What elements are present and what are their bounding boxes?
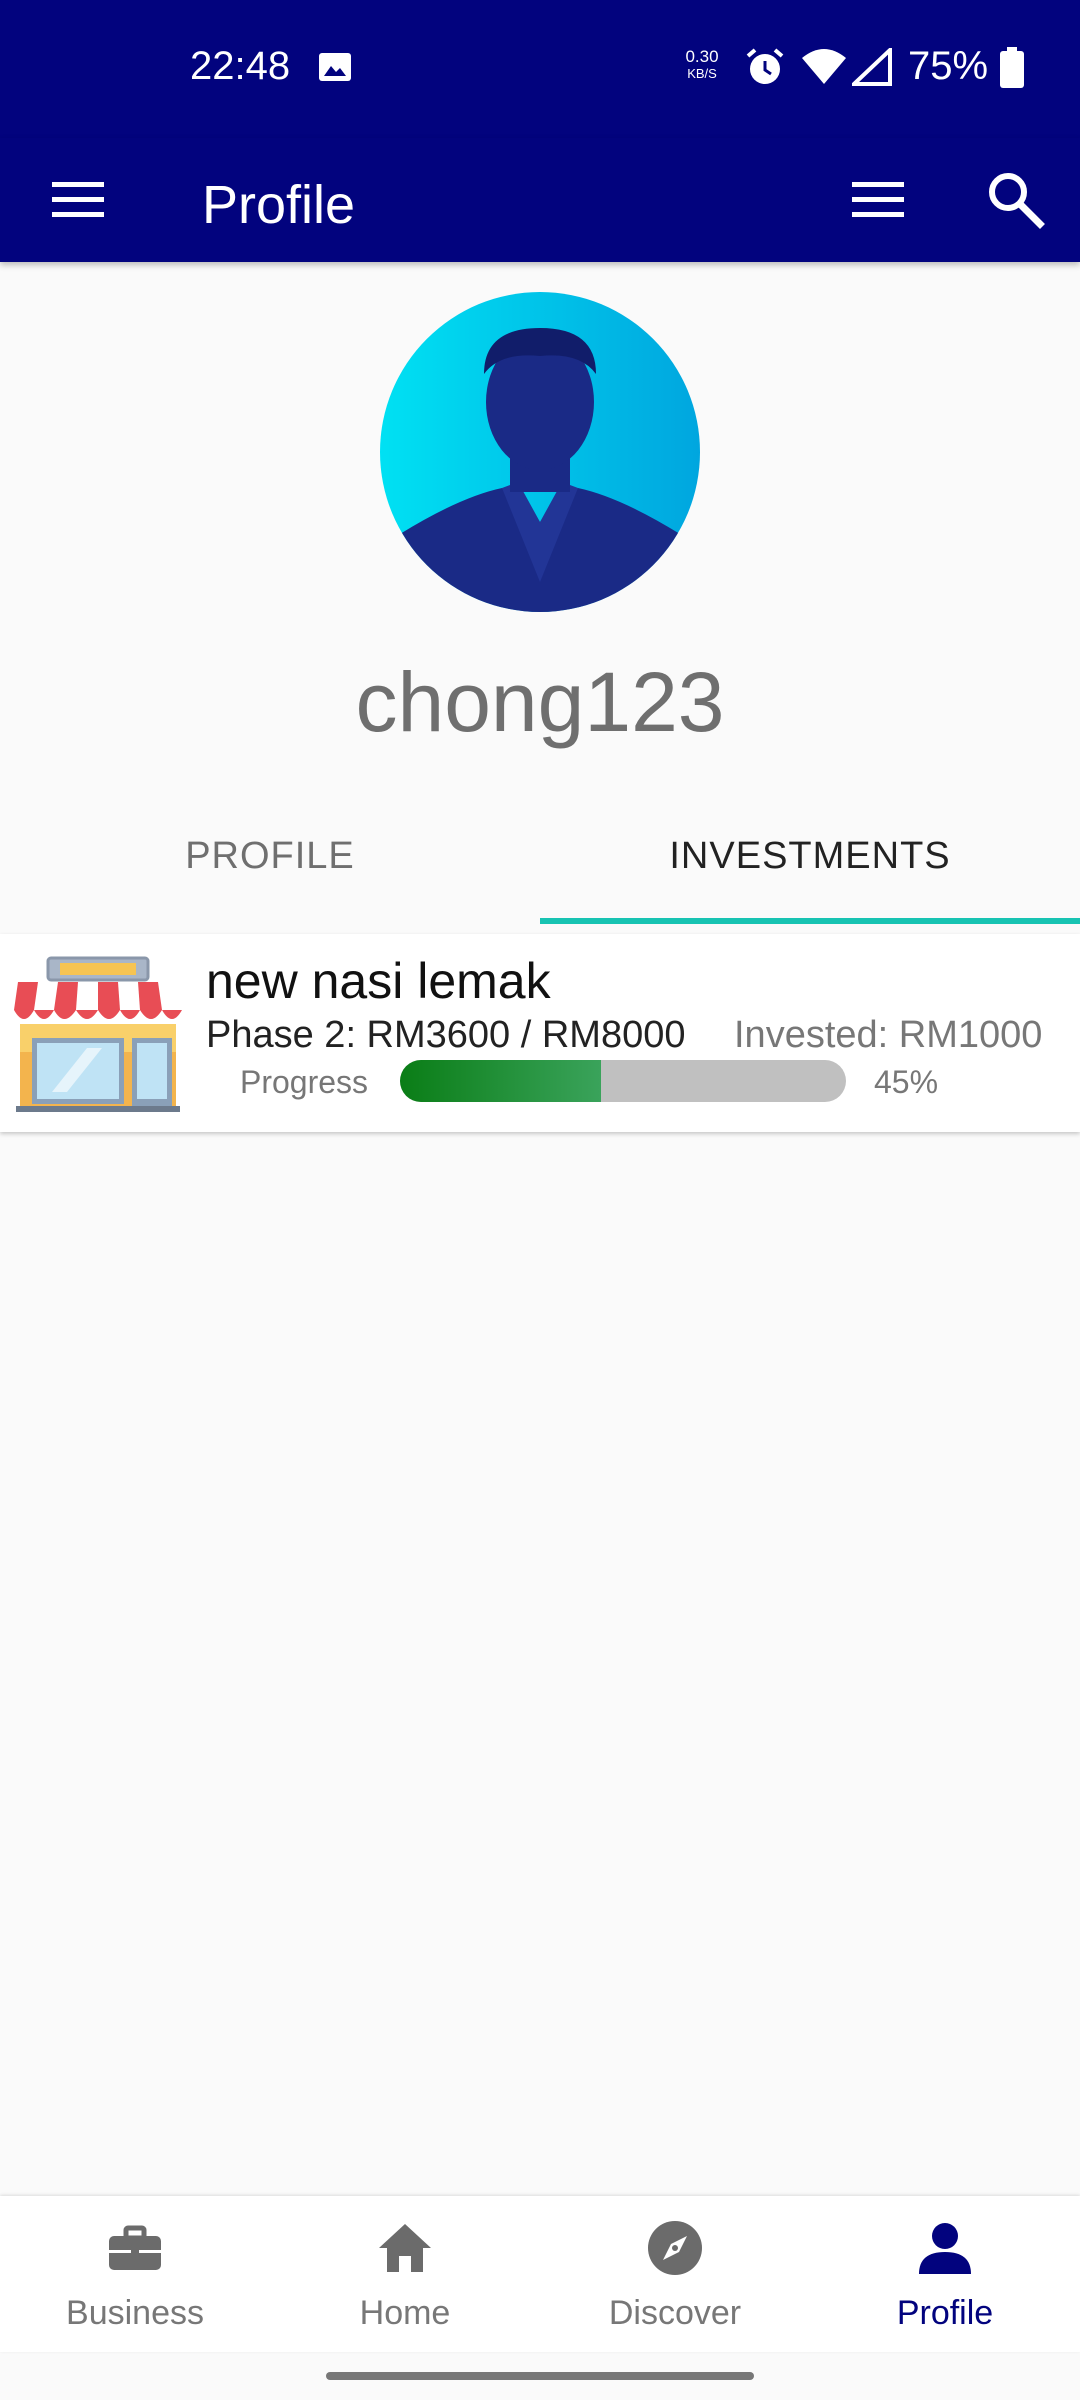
network-speed-unit: KB/S [687,66,717,81]
network-speed-value: 0.30 [685,47,719,66]
battery-percent: 75% [908,44,989,88]
app-bar: Profile [0,138,1080,262]
progress-bar-fill [400,1060,601,1102]
signal-icon [852,48,892,86]
search-icon[interactable] [980,164,1050,234]
person-icon [919,2223,971,2274]
progress-percent: 45% [874,1064,939,1100]
progress-label: Progress [240,1064,369,1100]
tab-investments[interactable]: INVESTMENTS [540,800,1080,926]
battery-icon [1000,47,1024,88]
alarm-icon [746,48,784,84]
investment-card[interactable]: new nasi lemak Phase 2: RM3600 / RM8000 … [0,934,1080,1132]
investment-phase: Phase 2: RM3600 / RM8000 [206,1014,686,1056]
avatar[interactable] [380,292,700,612]
person-silhouette-icon [380,328,700,612]
nav-item-business[interactable]: Business [0,2196,270,2352]
nav-item-profile[interactable]: Profile [810,2196,1080,2352]
nav-label-home: Home [359,2294,451,2332]
username: chong123 [355,655,725,749]
tab-indicator [540,918,1080,924]
nav-label-profile: Profile [896,2294,994,2332]
investment-name: new nasi lemak [206,953,551,1009]
nav-item-discover[interactable]: Discover [540,2196,810,2352]
progress-bar [400,1060,846,1102]
investment-invested: Invested: RM1000 [734,1014,1043,1056]
page-title: Profile [202,175,356,235]
image-icon [319,53,351,81]
compass-icon [648,2221,702,2275]
wifi-icon [802,49,846,84]
store-icon [14,956,182,1112]
nav-label-business: Business [66,2294,204,2332]
status-bar: 22:48 0.30 KB/S 75% [0,0,1080,138]
menu-icon[interactable] [50,178,106,222]
bottom-navigation: Business Home Discover Profile [0,2196,1080,2352]
gesture-bar[interactable] [326,2372,754,2380]
nav-item-home[interactable]: Home [270,2196,540,2352]
network-speed: 0.30 KB/S [676,48,728,82]
tab-profile[interactable]: PROFILE [0,800,540,926]
overflow-menu-icon[interactable] [850,178,906,222]
nav-label-discover: Discover [608,2294,742,2332]
tab-bar: PROFILE INVESTMENTS [0,800,1080,926]
status-time: 22:48 [190,44,291,88]
briefcase-icon [109,2225,161,2270]
home-icon [379,2224,431,2272]
